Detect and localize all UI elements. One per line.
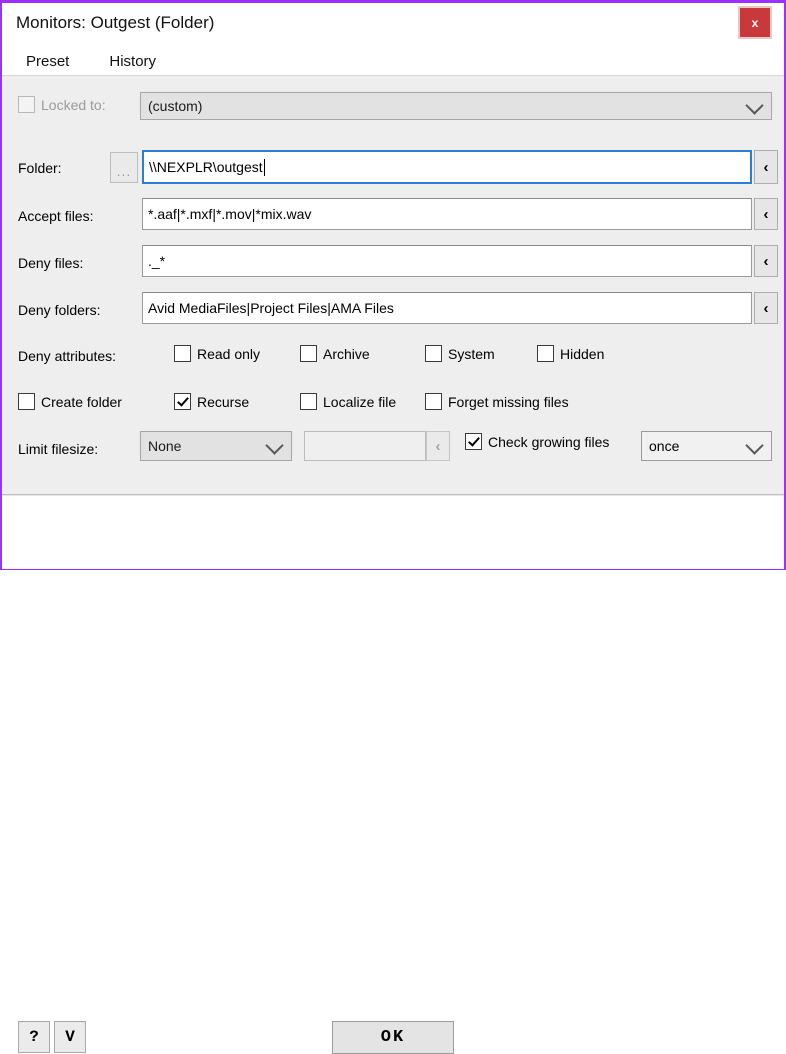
accept-files-label: Accept files: (18, 208, 94, 224)
help-button[interactable]: ? (18, 1021, 50, 1053)
deny-folders-input[interactable]: Avid MediaFiles|Project Files|AMA Files (142, 292, 752, 324)
ok-button[interactable]: OK (332, 1021, 454, 1054)
menu-item-history[interactable]: History (93, 53, 172, 70)
deny-attr-read-only-box[interactable] (174, 345, 191, 362)
deny-files-recall-button[interactable]: ‹ (754, 245, 778, 277)
deny-folders-label: Deny folders: (18, 302, 101, 318)
recurse-label: Recurse (197, 393, 250, 410)
deny-files-value: ._* (148, 253, 166, 269)
chevron-down-icon (745, 436, 764, 455)
dialog-body: Locked to: (custom) Folder: ... \\NEXPLR… (2, 75, 784, 495)
menu-item-preset[interactable]: Preset (10, 53, 85, 70)
limit-filesize-value: None (148, 438, 182, 454)
recurse-box[interactable] (174, 393, 191, 410)
folder-recall-button[interactable]: ‹ (754, 150, 778, 184)
accept-files-value: *.aaf|*.mxf|*.mov|*mix.wav (148, 206, 312, 222)
accept-files-input[interactable]: *.aaf|*.mxf|*.mov|*mix.wav (142, 198, 752, 230)
folder-label: Folder: (18, 160, 62, 176)
text-caret (263, 158, 265, 176)
folder-browse-button[interactable]: ... (110, 152, 138, 183)
limit-filesize-recall-button[interactable]: ‹ (426, 431, 450, 461)
check-growing-files-checkbox[interactable]: Check growing files (465, 433, 609, 450)
forget-missing-files-box[interactable] (425, 393, 442, 410)
localize-file-checkbox[interactable]: Localize file (300, 393, 396, 410)
menu-bar: Preset History (2, 47, 172, 75)
localize-file-box[interactable] (300, 393, 317, 410)
deny-attr-archive-label: Archive (323, 345, 370, 362)
locked-to-checkbox-box[interactable] (18, 96, 35, 113)
locked-to-preset-value: (custom) (148, 98, 203, 114)
limit-filesize-label: Limit filesize: (18, 441, 99, 457)
deny-attr-system-checkbox[interactable]: System (425, 345, 495, 362)
create-folder-checkbox[interactable]: Create folder (18, 393, 122, 410)
deny-folders-value: Avid MediaFiles|Project Files|AMA Files (148, 300, 394, 316)
limit-filesize-dropdown[interactable]: None (140, 431, 292, 461)
deny-attr-hidden-box[interactable] (537, 345, 554, 362)
check-growing-files-dropdown[interactable]: once (641, 431, 772, 461)
chevron-down-icon (265, 436, 284, 455)
dialog-footer: ? V OK (2, 495, 784, 1054)
create-folder-box[interactable] (18, 393, 35, 410)
version-button[interactable]: V (54, 1021, 86, 1053)
deny-attributes-label: Deny attributes: (18, 348, 117, 364)
folder-input-value: \\NEXPLR\outgest (149, 159, 263, 175)
locked-to-label: Locked to: (41, 96, 106, 113)
page-title: Monitors: Outgest (Folder) (16, 13, 215, 32)
deny-files-label: Deny files: (18, 255, 84, 271)
deny-attr-hidden-checkbox[interactable]: Hidden (537, 345, 604, 362)
create-folder-label: Create folder (41, 393, 122, 410)
title-bar: Monitors: Outgest (Folder) x Preset Hist… (2, 3, 784, 75)
limit-filesize-input[interactable] (304, 431, 426, 461)
check-growing-files-label: Check growing files (488, 433, 610, 450)
deny-files-input[interactable]: ._* (142, 245, 752, 277)
deny-attr-read-only-checkbox[interactable]: Read only (174, 345, 260, 362)
recurse-checkbox[interactable]: Recurse (174, 393, 249, 410)
localize-file-label: Localize file (323, 393, 397, 410)
deny-attr-archive-box[interactable] (300, 345, 317, 362)
dialog-window: Monitors: Outgest (Folder) x Preset Hist… (0, 0, 786, 1054)
check-growing-files-box[interactable] (465, 433, 482, 450)
chevron-down-icon (745, 96, 764, 115)
accept-files-recall-button[interactable]: ‹ (754, 198, 778, 230)
locked-to-checkbox[interactable]: Locked to: (18, 96, 106, 113)
deny-attr-hidden-label: Hidden (560, 345, 605, 362)
deny-attr-system-label: System (448, 345, 495, 362)
forget-missing-files-label: Forget missing files (448, 393, 569, 410)
forget-missing-files-checkbox[interactable]: Forget missing files (425, 393, 569, 410)
close-icon[interactable]: x (738, 6, 772, 39)
deny-attr-archive-checkbox[interactable]: Archive (300, 345, 370, 362)
deny-folders-recall-button[interactable]: ‹ (754, 292, 778, 324)
check-growing-files-value: once (649, 438, 680, 454)
folder-input[interactable]: \\NEXPLR\outgest (142, 150, 752, 184)
deny-attr-system-box[interactable] (425, 345, 442, 362)
deny-attr-read-only-label: Read only (197, 345, 261, 362)
locked-to-preset-dropdown[interactable]: (custom) (140, 92, 772, 120)
